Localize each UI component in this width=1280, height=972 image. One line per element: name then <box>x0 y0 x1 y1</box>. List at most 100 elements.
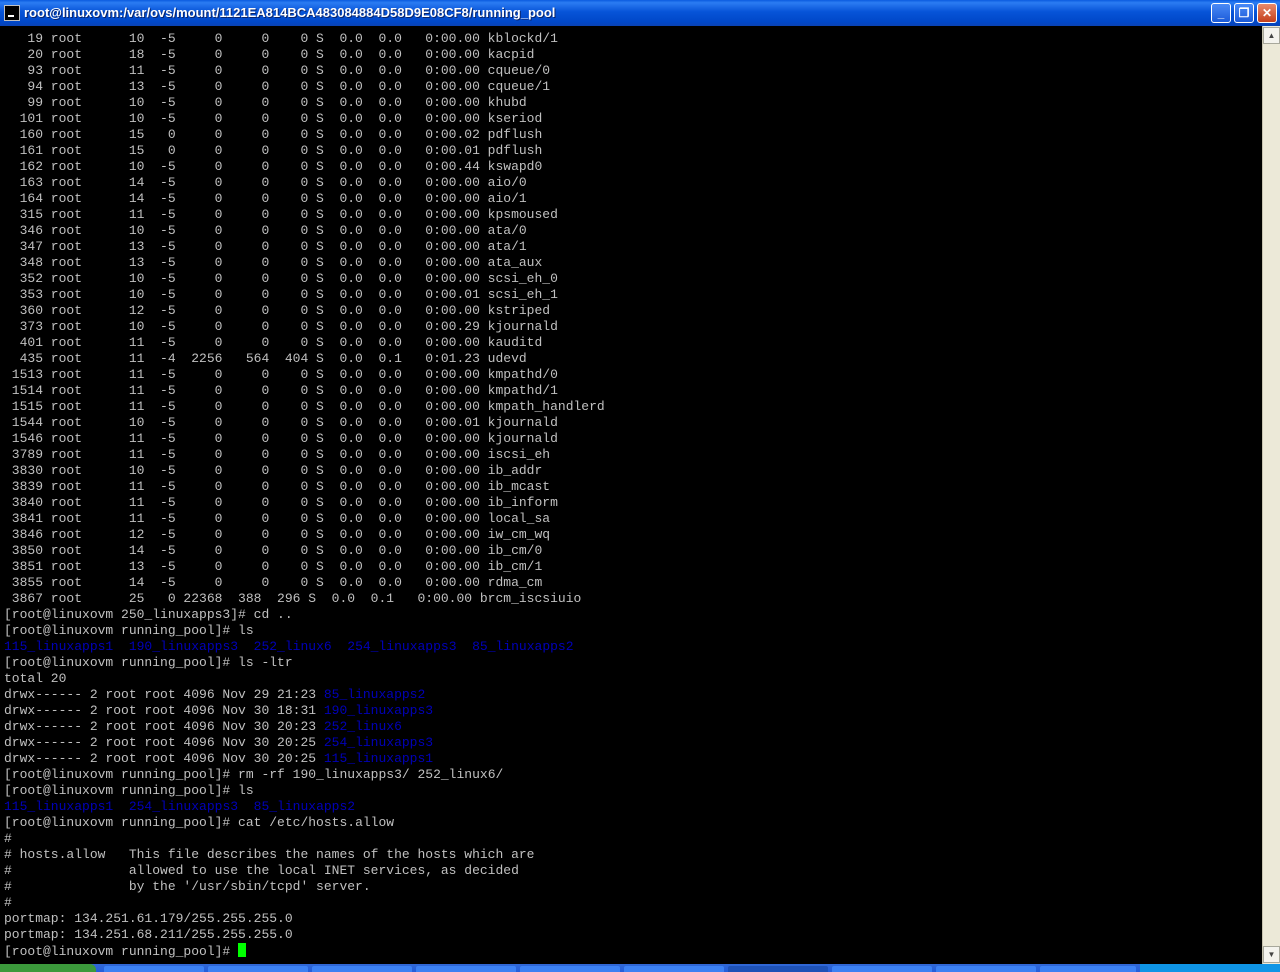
process-row: 373 root 10 -5 0 0 0 S 0.0 0.0 0:00.29 k… <box>4 319 558 334</box>
process-row: 160 root 15 0 0 0 0 S 0.0 0.0 0:00.02 pd… <box>4 127 543 142</box>
process-row: 3839 root 11 -5 0 0 0 S 0.0 0.0 0:00.00 … <box>4 479 551 494</box>
process-row: 353 root 10 -5 0 0 0 S 0.0 0.0 0:00.01 s… <box>4 287 558 302</box>
output-line: # <box>4 895 12 910</box>
terminal-output[interactable]: 19 root 10 -5 0 0 0 S 0.0 0.0 0:00.00 kb… <box>0 26 1262 964</box>
taskbar-button[interactable] <box>208 966 308 972</box>
process-row: 101 root 10 -5 0 0 0 S 0.0 0.0 0:00.00 k… <box>4 111 543 126</box>
output-line: # hosts.allow This file describes the na… <box>4 847 535 862</box>
taskbar-button[interactable] <box>832 966 932 972</box>
shell-prompt: [root@linuxovm running_pool]# <box>4 655 239 670</box>
directory-name: 254_linuxapps3 <box>323 735 434 750</box>
process-row: 93 root 11 -5 0 0 0 S 0.0 0.0 0:00.00 cq… <box>4 63 551 78</box>
process-row: 3846 root 12 -5 0 0 0 S 0.0 0.0 0:00.00 … <box>4 527 551 542</box>
process-row: 348 root 13 -5 0 0 0 S 0.0 0.0 0:00.00 a… <box>4 255 543 270</box>
file-listing-meta: drwx------ 2 root root 4096 Nov 30 18:31 <box>4 703 324 718</box>
window-title: root@linuxovm:/var/ovs/mount/1121EA814BC… <box>24 5 556 20</box>
vertical-scrollbar[interactable]: ▲ ▼ <box>1262 26 1280 964</box>
directory-name: 115_linuxapps1 <box>4 799 114 814</box>
directory-name: 254_linuxapps3 <box>347 639 457 654</box>
window-title-bar[interactable]: root@linuxovm:/var/ovs/mount/1121EA814BC… <box>0 0 1280 26</box>
process-row: 161 root 15 0 0 0 0 S 0.0 0.0 0:00.01 pd… <box>4 143 543 158</box>
directory-name: 85_linuxapps2 <box>253 799 356 814</box>
process-row: 1514 root 11 -5 0 0 0 S 0.0 0.0 0:00.00 … <box>4 383 558 398</box>
process-row: 3867 root 25 0 22368 388 296 S 0.0 0.1 0… <box>4 591 582 606</box>
taskbar-button[interactable] <box>936 966 1036 972</box>
shell-prompt: [root@linuxovm 250_linuxapps3]# <box>4 607 254 622</box>
output-line: total 20 <box>4 671 67 686</box>
shell-prompt: [root@linuxovm running_pool]# <box>4 944 239 959</box>
process-row: 164 root 14 -5 0 0 0 S 0.0 0.0 0:00.00 a… <box>4 191 527 206</box>
text-cursor <box>238 943 247 957</box>
process-row: 3840 root 11 -5 0 0 0 S 0.0 0.0 0:00.00 … <box>4 495 558 510</box>
output-line: portmap: 134.251.68.211/255.255.255.0 <box>4 927 293 942</box>
directory-name: 190_linuxapps3 <box>128 639 239 654</box>
file-listing-meta: drwx------ 2 root root 4096 Nov 30 20:23 <box>4 719 324 734</box>
output-line: # <box>4 831 12 846</box>
taskbar-button[interactable] <box>624 966 724 972</box>
output-line: # allowed to use the local INET services… <box>4 863 519 878</box>
process-row: 3841 root 11 -5 0 0 0 S 0.0 0.0 0:00.00 … <box>4 511 551 526</box>
process-row: 1513 root 11 -5 0 0 0 S 0.0 0.0 0:00.00 … <box>4 367 558 382</box>
process-row: 435 root 11 -4 2256 564 404 S 0.0 0.1 0:… <box>4 351 527 366</box>
directory-name: 115_linuxapps1 <box>323 751 434 766</box>
process-row: 3789 root 11 -5 0 0 0 S 0.0 0.0 0:00.00 … <box>4 447 551 462</box>
process-row: 346 root 10 -5 0 0 0 S 0.0 0.0 0:00.00 a… <box>4 223 527 238</box>
taskbar-button[interactable] <box>1040 966 1136 972</box>
process-row: 3830 root 10 -5 0 0 0 S 0.0 0.0 0:00.00 … <box>4 463 543 478</box>
process-row: 99 root 10 -5 0 0 0 S 0.0 0.0 0:00.00 kh… <box>4 95 527 110</box>
start-button[interactable] <box>0 964 96 972</box>
shell-command: cd .. <box>253 607 293 622</box>
process-row: 163 root 14 -5 0 0 0 S 0.0 0.0 0:00.00 a… <box>4 175 527 190</box>
taskbar-button-active[interactable] <box>728 966 828 972</box>
shell-command: ls <box>238 783 254 798</box>
shell-prompt: [root@linuxovm running_pool]# <box>4 815 239 830</box>
directory-name: 190_linuxapps3 <box>323 703 434 718</box>
process-row: 401 root 11 -5 0 0 0 S 0.0 0.0 0:00.00 k… <box>4 335 543 350</box>
shell-command: cat /etc/hosts.allow <box>238 815 395 830</box>
process-row: 347 root 13 -5 0 0 0 S 0.0 0.0 0:00.00 a… <box>4 239 527 254</box>
restore-button[interactable]: ❐ <box>1234 3 1254 23</box>
shell-command: rm -rf 190_linuxapps3/ 252_linux6/ <box>238 767 504 782</box>
directory-name: 252_linux6 <box>323 719 402 734</box>
process-row: 1515 root 11 -5 0 0 0 S 0.0 0.0 0:00.00 … <box>4 399 605 414</box>
process-row: 315 root 11 -5 0 0 0 S 0.0 0.0 0:00.00 k… <box>4 207 558 222</box>
taskbar-button[interactable] <box>416 966 516 972</box>
taskbar-button[interactable] <box>104 966 204 972</box>
minimize-button[interactable]: _ <box>1211 3 1231 23</box>
shell-command: ls -ltr <box>238 655 293 670</box>
shell-command: ls <box>238 623 254 638</box>
taskbar-button[interactable] <box>520 966 620 972</box>
taskbar <box>0 964 1280 972</box>
file-listing-meta: drwx------ 2 root root 4096 Nov 30 20:25 <box>4 735 324 750</box>
directory-name: 254_linuxapps3 <box>128 799 239 814</box>
close-button[interactable]: ✕ <box>1257 3 1277 23</box>
process-row: 3851 root 13 -5 0 0 0 S 0.0 0.0 0:00.00 … <box>4 559 543 574</box>
output-line: # by the '/usr/sbin/tcpd' server. <box>4 879 371 894</box>
process-row: 19 root 10 -5 0 0 0 S 0.0 0.0 0:00.00 kb… <box>4 31 558 46</box>
directory-name: 85_linuxapps2 <box>323 687 426 702</box>
shell-prompt: [root@linuxovm running_pool]# <box>4 783 239 798</box>
process-row: 20 root 18 -5 0 0 0 S 0.0 0.0 0:00.00 ka… <box>4 47 535 62</box>
directory-name: 252_linux6 <box>253 639 332 654</box>
scroll-down-arrow-icon[interactable]: ▼ <box>1263 946 1280 963</box>
file-listing-meta: drwx------ 2 root root 4096 Nov 30 20:25 <box>4 751 324 766</box>
shell-prompt: [root@linuxovm running_pool]# <box>4 767 239 782</box>
terminal-text: 19 root 10 -5 0 0 0 S 0.0 0.0 0:00.00 kb… <box>4 31 605 960</box>
file-listing-meta: drwx------ 2 root root 4096 Nov 29 21:23 <box>4 687 324 702</box>
output-line: portmap: 134.251.61.179/255.255.255.0 <box>4 911 293 926</box>
process-row: 3850 root 14 -5 0 0 0 S 0.0 0.0 0:00.00 … <box>4 543 543 558</box>
process-row: 3855 root 14 -5 0 0 0 S 0.0 0.0 0:00.00 … <box>4 575 543 590</box>
process-row: 162 root 10 -5 0 0 0 S 0.0 0.0 0:00.44 k… <box>4 159 543 174</box>
process-row: 360 root 12 -5 0 0 0 S 0.0 0.0 0:00.00 k… <box>4 303 551 318</box>
system-tray <box>1140 964 1280 972</box>
taskbar-button[interactable] <box>312 966 412 972</box>
process-row: 352 root 10 -5 0 0 0 S 0.0 0.0 0:00.00 s… <box>4 271 558 286</box>
process-row: 94 root 13 -5 0 0 0 S 0.0 0.0 0:00.00 cq… <box>4 79 551 94</box>
process-row: 1546 root 11 -5 0 0 0 S 0.0 0.0 0:00.00 … <box>4 431 558 446</box>
shell-prompt: [root@linuxovm running_pool]# <box>4 623 239 638</box>
process-row: 1544 root 10 -5 0 0 0 S 0.0 0.0 0:00.01 … <box>4 415 558 430</box>
scroll-up-arrow-icon[interactable]: ▲ <box>1263 27 1280 44</box>
directory-name: 85_linuxapps2 <box>472 639 574 654</box>
terminal-app-icon[interactable] <box>4 5 20 21</box>
directory-name: 115_linuxapps1 <box>4 639 114 654</box>
